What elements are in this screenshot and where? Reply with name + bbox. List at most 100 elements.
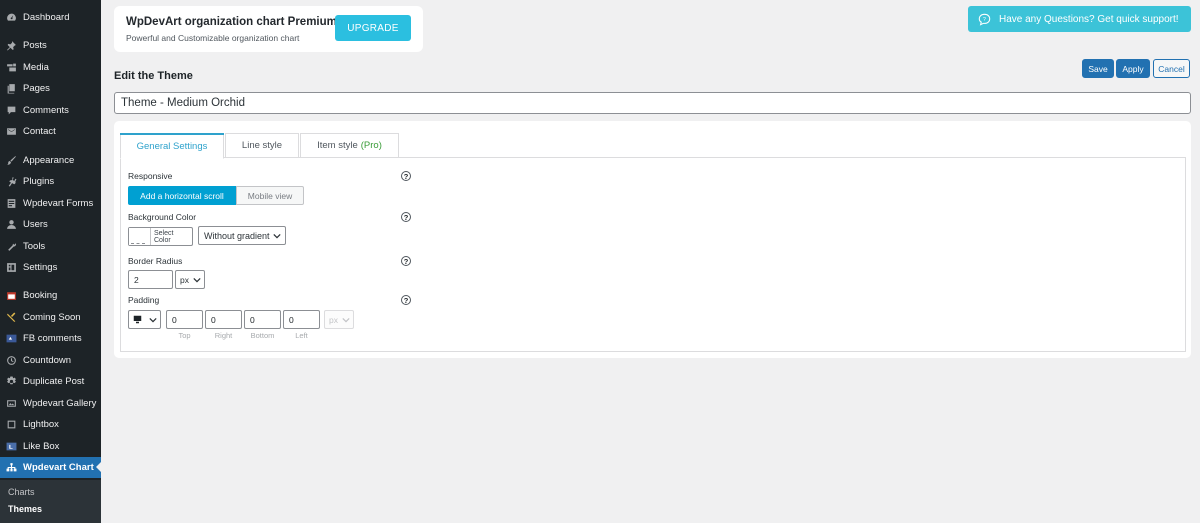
chevron-down-icon: [342, 316, 350, 324]
premium-subtitle: Powerful and Customizable organization c…: [126, 33, 300, 43]
sidebar-item-like-box[interactable]: Like Box: [0, 436, 101, 457]
tools-icon: [6, 312, 17, 323]
padding-right-label: Right: [214, 331, 233, 340]
sidebar-item-posts[interactable]: Posts: [0, 35, 101, 56]
gear-icon: [6, 376, 17, 387]
general-settings-body: Responsive ? Add a horizontal scroll Mob…: [120, 157, 1186, 352]
help-icon[interactable]: ?: [401, 212, 411, 222]
sidebar-item-media[interactable]: Media: [0, 57, 101, 78]
cancel-button[interactable]: Cancel: [1153, 59, 1190, 78]
sidebar-item-label: Plugins: [23, 176, 55, 187]
color-swatch: [129, 228, 151, 245]
save-button[interactable]: Save: [1082, 59, 1114, 78]
border-radius-label: Border Radius: [128, 256, 183, 266]
sidebar-item-pages[interactable]: Pages: [0, 78, 101, 99]
likebox-icon: [6, 441, 17, 452]
sidebar-item-label: Wpdevart Gallery: [23, 398, 97, 409]
mobile-view-option[interactable]: Mobile view: [236, 186, 304, 205]
padding-left-input[interactable]: 0: [283, 310, 320, 329]
sidebar-item-label: Settings: [23, 262, 58, 273]
users-icon: [6, 219, 17, 230]
calendar-icon: [6, 290, 17, 301]
padding-unit-select[interactable]: px: [324, 310, 354, 329]
padding-right-input[interactable]: 0: [205, 310, 242, 329]
sidebar-item-label: Pages: [23, 83, 50, 94]
padding-top-label: Top: [178, 331, 191, 340]
upgrade-button[interactable]: UPGRADE: [335, 15, 411, 41]
theme-name-input[interactable]: Theme - Medium Orchid: [114, 92, 1191, 114]
help-icon[interactable]: ?: [401, 295, 411, 305]
sidebar-item-contact[interactable]: Contact: [0, 121, 101, 142]
device-select[interactable]: [128, 310, 161, 329]
sidebar-item-countdown[interactable]: Countdown: [0, 350, 101, 371]
sidebar-item-label: Duplicate Post: [23, 376, 85, 387]
help-icon[interactable]: ?: [401, 171, 411, 181]
help-icon[interactable]: ?: [401, 256, 411, 266]
horizontal-scroll-option[interactable]: Add a horizontal scroll: [128, 186, 236, 205]
padding-top-input[interactable]: 0: [166, 310, 203, 329]
unit-value: px: [329, 314, 338, 325]
unit-value: px: [180, 274, 189, 285]
support-label: Have any Questions? Get quick support!: [999, 13, 1179, 25]
support-button[interactable]: ? Have any Questions? Get quick support!: [968, 6, 1191, 32]
org-chart-icon: [6, 462, 17, 473]
plugin-icon: [6, 176, 17, 187]
border-radius-input[interactable]: 2: [128, 270, 173, 289]
submenu-item-themes[interactable]: Themes: [8, 504, 42, 514]
sidebar-item-lightbox[interactable]: Lightbox: [0, 414, 101, 435]
clock-icon: [6, 355, 17, 366]
border-radius-unit-select[interactable]: px: [175, 270, 205, 289]
submenu-item-charts[interactable]: Charts: [8, 487, 35, 497]
pro-badge: (Pro): [360, 140, 382, 151]
sidebar-item-fb-comments[interactable]: FB comments: [0, 328, 101, 349]
sidebar-item-wpdevart-gallery[interactable]: Wpdevart Gallery: [0, 393, 101, 414]
tab-item-style[interactable]: Item style (Pro): [300, 133, 399, 158]
sidebar-item-appearance[interactable]: Appearance: [0, 150, 101, 171]
sidebar-item-dashboard[interactable]: Dashboard: [0, 7, 101, 28]
gradient-select[interactable]: Without gradient: [198, 226, 286, 245]
background-color-label: Background Color: [128, 212, 197, 222]
padding-bottom-label: Bottom: [250, 331, 275, 340]
sidebar-item-users[interactable]: Users: [0, 214, 101, 235]
sidebar-item-label: Comments: [23, 105, 69, 116]
gallery-icon: [6, 398, 17, 409]
media-icon: [6, 62, 17, 73]
sidebar-item-label: Wpdevart Forms: [23, 198, 94, 209]
sidebar-item-settings[interactable]: Settings: [0, 257, 101, 278]
lightbox-icon: [6, 419, 17, 430]
sidebar-item-label: Coming Soon: [23, 312, 81, 323]
padding-bottom-input[interactable]: 0: [244, 310, 281, 329]
sidebar-item-tools[interactable]: Tools: [0, 236, 101, 257]
form-icon: [6, 198, 17, 209]
chat-bubble-icon: ?: [978, 13, 999, 26]
responsive-label: Responsive: [128, 171, 173, 181]
sidebar-item-label: Countdown: [23, 355, 72, 366]
sidebar-item-label: Appearance: [23, 155, 75, 166]
premium-banner: WpDevArt organization chart Premium Powe…: [114, 6, 423, 52]
tab-line-style[interactable]: Line style: [225, 133, 299, 158]
sidebar-item-label: Wpdevart Chart: [23, 462, 94, 473]
apply-button[interactable]: Apply: [1116, 59, 1150, 78]
tab-general-settings[interactable]: General Settings: [120, 133, 224, 159]
dashboard-icon: [6, 12, 17, 23]
sidebar-item-coming-soon[interactable]: Coming Soon: [0, 307, 101, 328]
sidebar-item-wpdevart-forms[interactable]: Wpdevart Forms: [0, 193, 101, 214]
select-color-button[interactable]: Select Color: [128, 227, 193, 246]
wrench-icon: [6, 241, 17, 252]
premium-title: WpDevArt organization chart Premium: [126, 16, 337, 28]
sidebar-item-booking[interactable]: Booking: [0, 285, 101, 306]
pages-icon: [6, 83, 17, 94]
chevron-down-icon: [149, 316, 157, 324]
chevron-down-icon: [193, 276, 201, 284]
sidebar-item-wpdevart-chart[interactable]: Wpdevart Chart: [0, 457, 101, 478]
chevron-down-icon: [273, 232, 281, 240]
mail-icon: [6, 126, 17, 137]
sidebar-item-label: Lightbox: [23, 419, 59, 430]
sidebar-item-plugins[interactable]: Plugins: [0, 171, 101, 192]
sidebar-item-label: Like Box: [23, 441, 60, 452]
sidebar-item-duplicate-post[interactable]: Duplicate Post: [0, 371, 101, 392]
sidebar-item-label: Contact: [23, 126, 56, 137]
sidebar-item-comments[interactable]: Comments: [0, 100, 101, 121]
sidebar-item-label: Users: [23, 219, 48, 230]
sidebar-item-label: Tools: [23, 241, 46, 252]
